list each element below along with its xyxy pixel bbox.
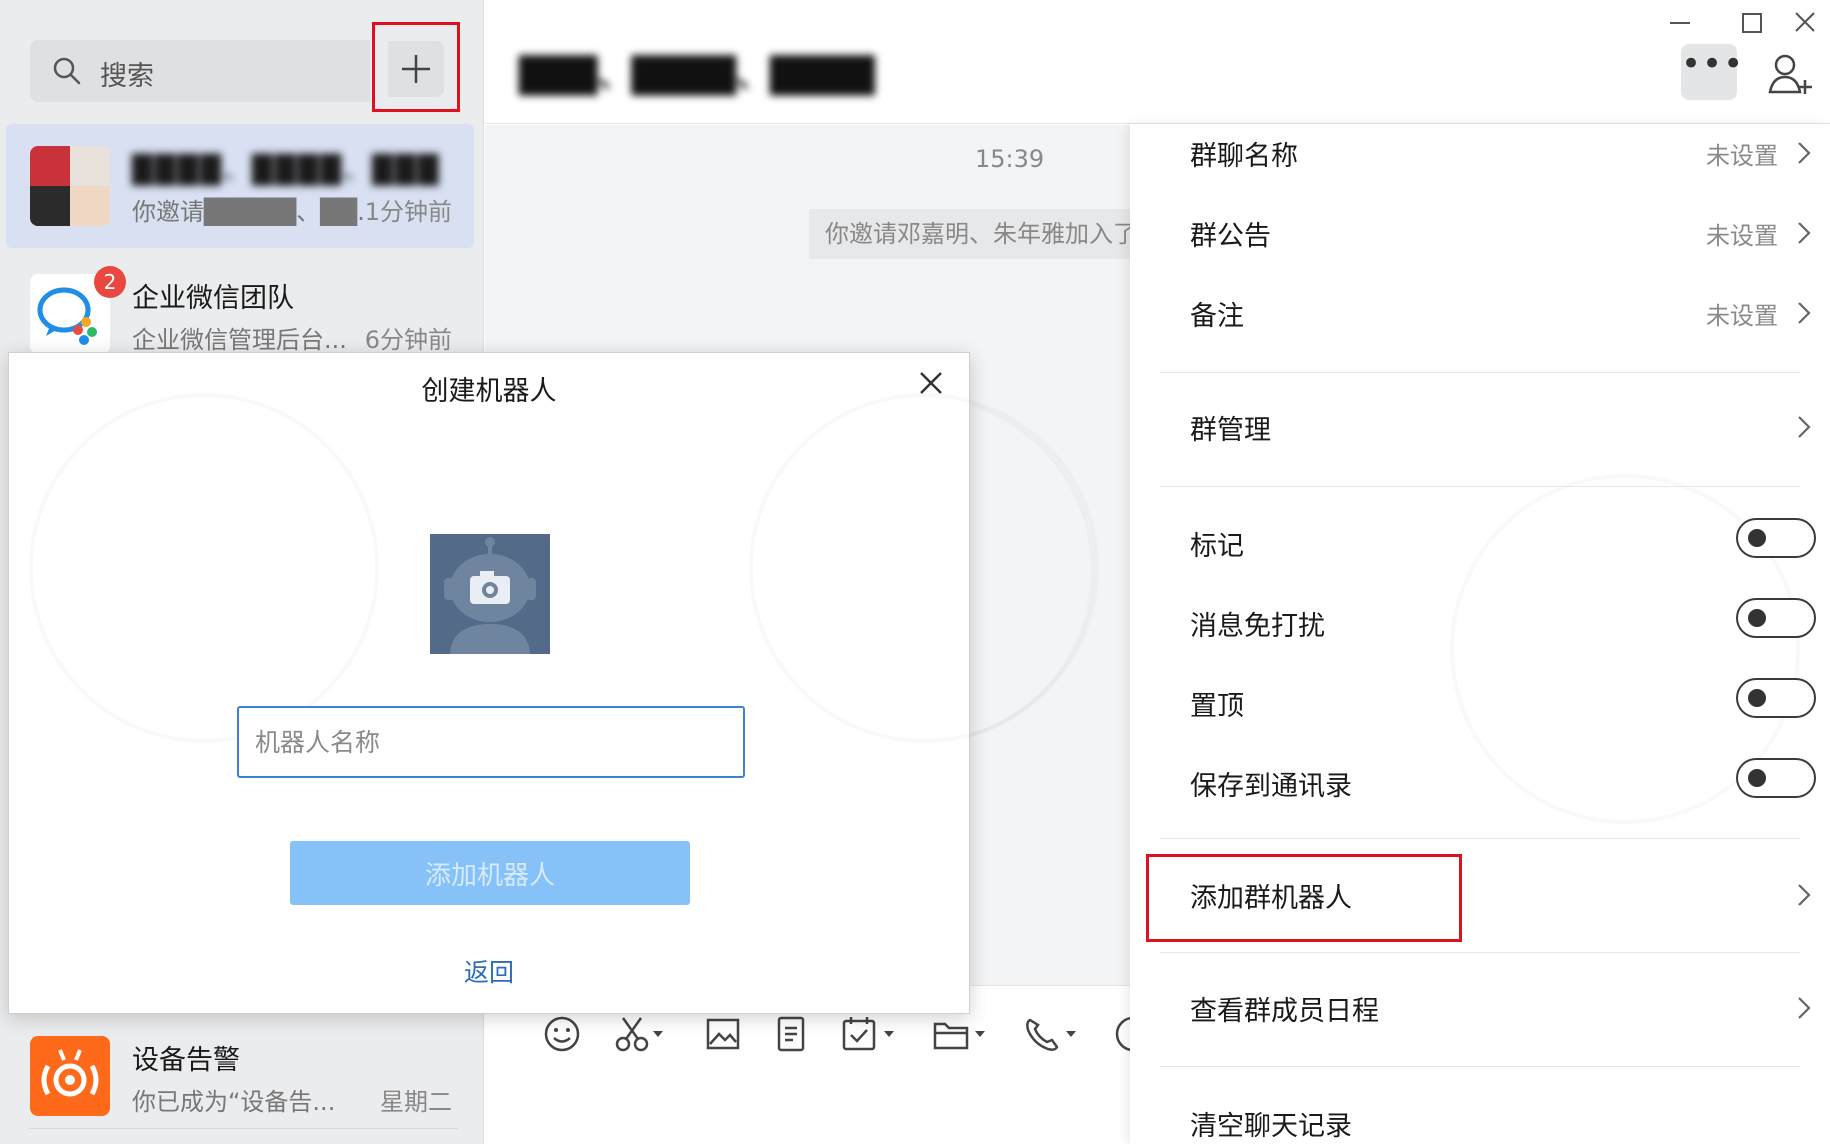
create-button[interactable] (372, 22, 460, 112)
chevron-right-icon (1798, 416, 1811, 438)
document-icon[interactable] (771, 1014, 811, 1054)
close-icon[interactable] (911, 363, 951, 403)
setting-save-contacts: 保存到通讯录 (1160, 754, 1830, 814)
conversation-time: 星期二 (380, 1088, 452, 1116)
schedule-icon[interactable] (840, 1014, 900, 1054)
create-robot-dialog: 创建机器人 添加机器人 返回 (8, 352, 970, 1014)
dialog-title: 创建机器人 (421, 376, 557, 407)
divider (1160, 1066, 1800, 1067)
setting-label: 群聊名称 (1190, 141, 1298, 172)
robot-camera-icon (444, 537, 536, 654)
setting-member-schedule[interactable]: 查看群成员日程 (1160, 979, 1830, 1039)
phone-icon[interactable] (1022, 1014, 1082, 1054)
add-member-icon[interactable] (1765, 50, 1815, 100)
setting-group-name[interactable]: 群聊名称 未设置 (1160, 124, 1830, 184)
setting-pin: 置顶 (1160, 674, 1830, 734)
unread-badge: 2 (94, 266, 126, 298)
mute-toggle[interactable] (1736, 598, 1816, 638)
message-time: 15:39 (975, 145, 1045, 173)
alert-logo-icon (30, 1036, 110, 1116)
highlight-annotation (1146, 854, 1462, 942)
chevron-right-icon (1798, 302, 1811, 324)
add-robot-button[interactable]: 添加机器人 (290, 841, 690, 905)
divider (28, 1128, 458, 1129)
conversation-snippet: 你已成为“设备告... (132, 1088, 336, 1116)
chat-title: ███、████、████ (519, 56, 875, 96)
more-tools-icon[interactable] (1113, 1014, 1130, 1054)
divider (1160, 952, 1800, 953)
watermark (29, 393, 379, 743)
minimize-icon[interactable] (1660, 6, 1700, 40)
save-contacts-toggle[interactable] (1736, 758, 1816, 798)
setting-mark: 标记 (1160, 514, 1830, 574)
chevron-right-icon (1798, 222, 1811, 244)
setting-label: 保存到通讯录 (1190, 771, 1352, 802)
setting-value: 未设置 (1706, 142, 1778, 170)
conversation-snippet: 企业微信管理后台... (132, 326, 347, 354)
search-placeholder: 搜索 (100, 61, 154, 92)
maximize-icon[interactable] (1732, 6, 1772, 40)
setting-label: 查看群成员日程 (1190, 996, 1379, 1027)
setting-group-manage[interactable]: 群管理 (1160, 398, 1830, 458)
setting-label: 备注 (1190, 301, 1244, 332)
conversation-name: 设备告警 (132, 1045, 240, 1076)
divider (1160, 372, 1800, 373)
close-window-icon[interactable] (1785, 6, 1825, 40)
setting-label: 消息免打扰 (1190, 611, 1325, 642)
image-icon[interactable] (703, 1014, 743, 1054)
setting-label: 置顶 (1190, 691, 1244, 722)
conversation-time: 6分钟前 (364, 326, 452, 354)
more-dots-icon: ••• (1681, 44, 1745, 84)
conversation-item-device-alert[interactable]: 设备告警 你已成为“设备告... 星期二 (6, 1014, 474, 1138)
system-message: 你邀请邓嘉明、朱年雅加入了 (809, 209, 1130, 259)
conversation-name: 企业微信团队 (132, 283, 294, 314)
emoji-icon[interactable] (542, 1014, 582, 1054)
plus-icon (402, 55, 430, 83)
robot-name-input[interactable] (237, 706, 745, 778)
setting-label: 清空聊天记录 (1190, 1111, 1352, 1142)
setting-clear-history[interactable]: 清空聊天记录 (1160, 1094, 1830, 1144)
search-icon (53, 57, 81, 85)
screenshot-scissors-icon[interactable] (613, 1014, 673, 1054)
conversation-name: ████、████、███ (132, 155, 441, 186)
setting-announcement[interactable]: 群公告 未设置 (1160, 204, 1830, 264)
more-options-button[interactable]: ••• (1681, 44, 1743, 100)
conversation-item-group[interactable]: ████、████、███ 你邀请█████、██. 1分钟前 (6, 124, 474, 248)
chat-header: ███、████、████ ••• (485, 0, 1830, 124)
pin-toggle[interactable] (1736, 678, 1816, 718)
setting-label: 群公告 (1190, 221, 1271, 252)
robot-avatar-upload[interactable] (430, 534, 550, 654)
divider (1160, 838, 1800, 839)
chevron-right-icon (1798, 997, 1811, 1019)
group-avatar (30, 146, 110, 226)
setting-remark[interactable]: 备注 未设置 (1160, 284, 1830, 344)
chevron-right-icon (1798, 884, 1811, 906)
setting-mute: 消息免打扰 (1160, 594, 1830, 654)
setting-value: 未设置 (1706, 222, 1778, 250)
divider (1160, 486, 1800, 487)
folder-icon[interactable] (931, 1014, 991, 1054)
conversation-time: 1分钟前 (364, 198, 452, 226)
watermark (749, 393, 1099, 743)
mark-toggle[interactable] (1736, 518, 1816, 558)
chevron-right-icon (1798, 142, 1811, 164)
group-settings-panel: 群聊名称 未设置 群公告 未设置 备注 未设置 群管理 标记 消息免打扰 置顶 … (1130, 124, 1830, 1144)
back-link[interactable]: 返回 (9, 953, 969, 989)
setting-value: 未设置 (1706, 302, 1778, 330)
search-box[interactable]: 搜索 (30, 40, 370, 102)
setting-label: 标记 (1190, 531, 1244, 562)
conversation-snippet: 你邀请█████、██. (132, 198, 365, 226)
setting-label: 群管理 (1190, 415, 1271, 446)
